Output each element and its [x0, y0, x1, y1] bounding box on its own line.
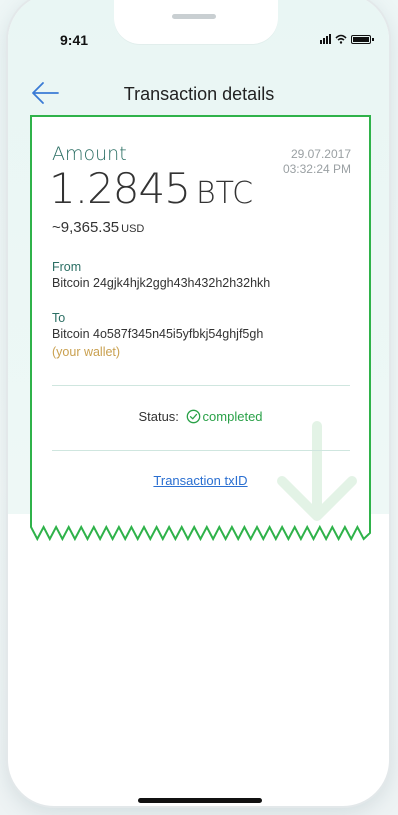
status-label: Status: [138, 409, 179, 424]
amount-currency: BTC [195, 176, 254, 211]
page-title: Transaction details [123, 84, 275, 104]
wallet-note: (your wallet) [52, 345, 121, 359]
fiat-value: ~9,365.35 [52, 219, 120, 236]
fiat-currency: USD [121, 223, 145, 235]
from-address: Bitcoin 24gjk4hjk2ggh43h432h2h32hkh [52, 276, 271, 290]
from-label: From [52, 260, 82, 274]
status-bar-icons [320, 34, 374, 44]
transaction-date: 29.07.2017 [290, 147, 351, 161]
amount-label: Amount [52, 143, 127, 165]
divider-bottom [52, 450, 350, 451]
home-indicator [138, 798, 262, 803]
wifi-icon [335, 34, 347, 44]
fiat-amount: ~9,365.35 USD [52, 219, 144, 236]
transaction-datetime: 29.07.2017 03:32:24 PM [283, 147, 351, 177]
status-row: Status: completed [30, 409, 371, 424]
transaction-receipt-card: Amount 29.07.2017 03:32:24 PM 1.2845 BTC … [30, 115, 371, 541]
transaction-time: 03:32:24 PM [282, 162, 351, 176]
amount-number: 1.2845 [49, 164, 191, 213]
speaker-grill [172, 14, 216, 19]
to-address: Bitcoin 4o587f345n45i5yfbkj54ghjf5gh [52, 327, 264, 341]
divider-top [52, 385, 350, 386]
device-notch [114, 0, 278, 44]
to-label: To [52, 311, 66, 325]
cellular-signal-icon [320, 34, 331, 44]
status-bar-time: 9:41 [60, 32, 89, 48]
amount-value: 1.2845 BTC [49, 164, 253, 213]
check-circle-icon [186, 409, 200, 424]
transaction-txid-link[interactable]: Transaction txID [30, 473, 371, 488]
status-value: completed [202, 409, 263, 424]
battery-icon [351, 34, 374, 44]
